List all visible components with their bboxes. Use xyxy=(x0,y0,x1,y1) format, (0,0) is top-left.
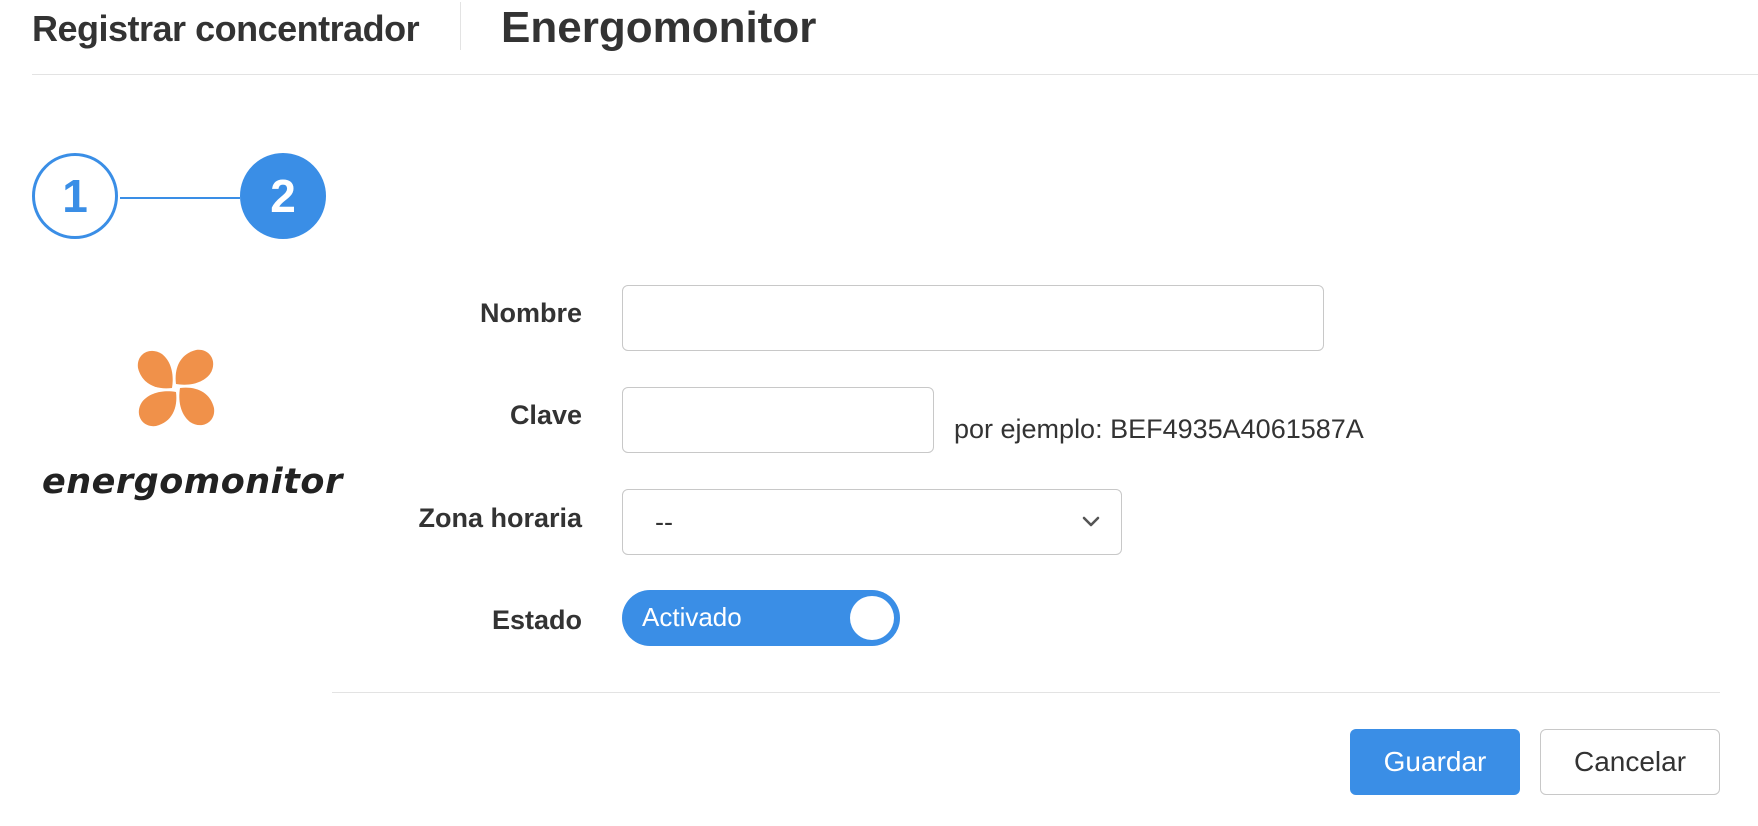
state-label: Estado xyxy=(491,605,582,635)
save-button[interactable]: Guardar xyxy=(1350,729,1520,795)
key-hint: por ejemplo: BEF4935A4061587A xyxy=(954,414,1364,444)
stepper: 1 2 xyxy=(32,153,332,245)
toggle-knob xyxy=(850,596,894,640)
page-title: Energomonitor xyxy=(501,3,817,52)
header-divider xyxy=(460,2,461,50)
state-toggle[interactable]: Activado xyxy=(622,590,900,646)
state-toggle-label: Activado xyxy=(642,602,742,632)
breadcrumb[interactable]: Registrar concentrador xyxy=(32,8,420,50)
name-label: Nombre xyxy=(479,298,582,328)
step-2-active: 2 xyxy=(240,153,326,239)
name-input[interactable] xyxy=(622,285,1324,351)
stepper-connector xyxy=(120,197,240,199)
page-header: Registrar concentrador Energomonitor xyxy=(32,0,1758,75)
timezone-select[interactable]: -- xyxy=(622,489,1122,555)
timezone-selected-value: -- xyxy=(655,507,673,537)
key-label: Clave xyxy=(509,400,582,430)
timezone-label: Zona horaria xyxy=(418,503,582,533)
chevron-down-icon xyxy=(1082,516,1100,527)
logo-text: energomonitor xyxy=(42,462,343,502)
step-1[interactable]: 1 xyxy=(32,153,118,239)
register-hub-page: Registrar concentrador Energomonitor 1 2… xyxy=(0,0,1758,826)
energomonitor-logo: energomonitor xyxy=(40,330,342,510)
key-input[interactable] xyxy=(622,387,934,453)
energomonitor-logo-icon xyxy=(137,349,215,427)
footer-divider xyxy=(332,692,1720,693)
cancel-button[interactable]: Cancelar xyxy=(1540,729,1720,795)
